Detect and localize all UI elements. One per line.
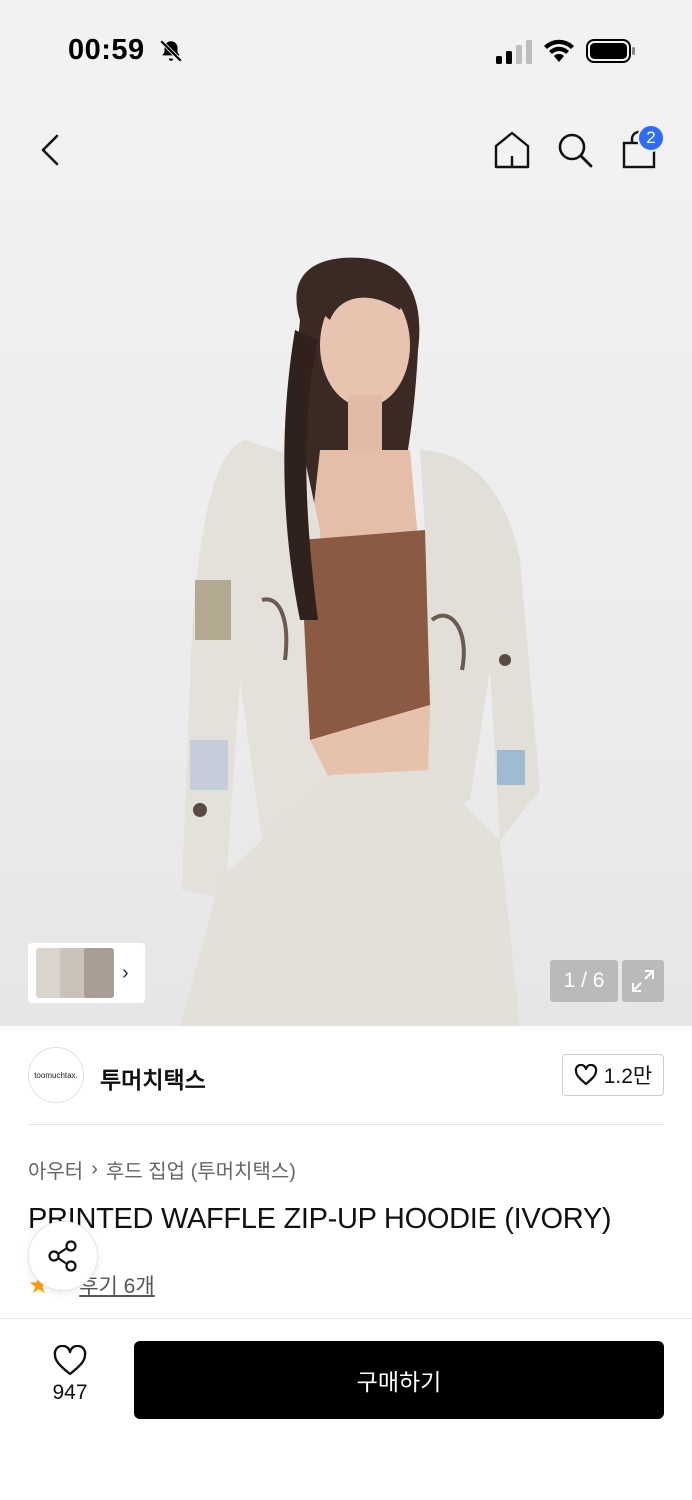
home-button[interactable] <box>490 128 534 172</box>
wifi-icon <box>544 39 574 62</box>
expand-icon <box>632 970 654 992</box>
cart-button[interactable]: 2 <box>617 124 665 172</box>
product-title: PRINTED WAFFLE ZIP-UP HOODIE (IVORY) <box>28 1203 612 1235</box>
battery-icon <box>586 39 635 63</box>
heart-icon <box>53 1345 87 1376</box>
brand-like-button[interactable]: 1.2만 <box>562 1054 664 1096</box>
chevron-right-icon: › <box>122 961 129 984</box>
expand-button[interactable] <box>622 960 664 1002</box>
bottom-action-bar: 947 구매하기 <box>0 1319 692 1500</box>
divider <box>28 1124 664 1125</box>
search-button[interactable] <box>553 128 597 172</box>
product-image-gallery[interactable]: › 1 / 6 <box>0 200 692 1026</box>
brand-logo[interactable]: toomuchtax. <box>28 1047 84 1103</box>
breadcrumb-category[interactable]: 아우터 <box>28 1155 83 1184</box>
status-bar: 00:59 <box>0 0 692 100</box>
brand-like-count: 1.2만 <box>603 1065 653 1088</box>
bell-off-icon <box>159 39 183 63</box>
chevron-right-icon: › <box>91 1158 98 1180</box>
back-button[interactable] <box>30 128 70 172</box>
brand-row: toomuchtax. 투머치택스 1.2만 <box>0 1026 692 1126</box>
thumbnail-strip[interactable]: › <box>28 943 145 1003</box>
brand-name[interactable]: 투머치택스 <box>100 1061 206 1095</box>
signal-icon <box>496 40 532 64</box>
top-nav: 2 <box>0 100 692 200</box>
share-icon <box>48 1240 77 1272</box>
wishlist-count: 947 <box>52 1381 88 1404</box>
image-counter: 1 / 6 <box>550 960 618 1002</box>
thumbnail-3[interactable] <box>84 948 114 998</box>
share-button[interactable] <box>28 1221 98 1291</box>
buy-button[interactable]: 구매하기 <box>134 1341 664 1419</box>
home-icon <box>494 131 530 169</box>
product-photo <box>180 257 540 1026</box>
chevron-left-icon <box>41 134 59 166</box>
search-icon <box>558 133 593 168</box>
wishlist-button[interactable]: 947 <box>36 1345 104 1415</box>
heart-icon <box>574 1064 597 1086</box>
breadcrumb: 아우터 › 후드 집업 (투머치택스) <box>28 1155 296 1184</box>
breadcrumb-subcategory[interactable]: 후드 집업 (투머치택스) <box>106 1155 296 1184</box>
cart-count-badge: 2 <box>637 124 665 152</box>
status-time: 00:59 <box>68 34 145 66</box>
brand-logo-text: toomuchtax. <box>34 1070 78 1080</box>
